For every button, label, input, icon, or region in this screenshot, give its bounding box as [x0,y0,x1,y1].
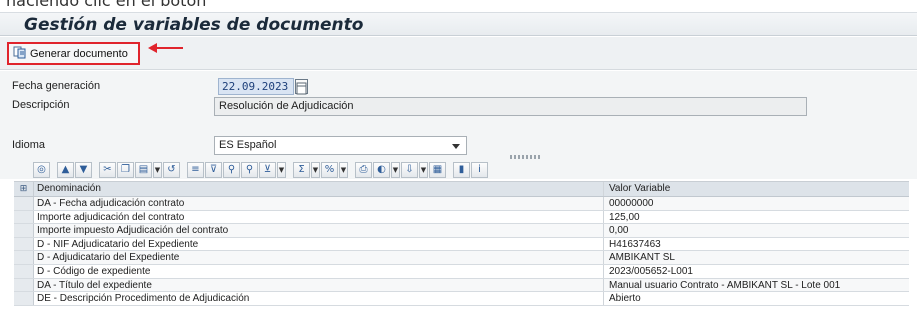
title-bar: Gestión de variables de documento [0,12,917,36]
descripcion-label: Descripción [12,99,70,111]
idioma-label: Idioma [12,139,46,151]
table-header: ⊞ Denominación Valor Variable [14,182,909,197]
paste-icon[interactable]: ▤ [135,162,152,178]
print-icon[interactable]: ⎙ [355,162,372,178]
page-title: Gestión de variables de documento [24,15,364,35]
annotation-arrow-icon [148,43,183,53]
table-row[interactable]: Importe adjudicación del contrato 125,00 [14,210,909,225]
views-icon[interactable]: ◐ [373,162,390,178]
details-icon[interactable]: ◎ [33,162,50,178]
row-valor: AMBIKANT SL [609,252,675,264]
row-selector[interactable] [14,264,34,278]
fecha-generacion-input[interactable]: 22.09.2023 [218,78,294,95]
row-valor: 125,00 [609,211,640,223]
row-valor: 2023/005652-L001 [609,265,693,277]
row-valor: H41637463 [609,238,661,250]
calendar-icon[interactable] [295,79,308,95]
subtotal-dropdown-icon[interactable]: ▼ [339,162,348,178]
idioma-select-value: ES Español [219,139,277,151]
graphic-icon[interactable]: ▮ [453,162,470,178]
export-dropdown-icon[interactable]: ▼ [419,162,428,178]
row-selector[interactable] [14,210,34,224]
column-header-denominacion[interactable]: Denominación [34,182,604,196]
views-dropdown-icon[interactable]: ▼ [391,162,400,178]
row-valor: 00000000 [609,198,654,209]
table-row[interactable]: DE - Descripción Procedimento de Adjudic… [14,292,909,306]
document-generate-icon [13,44,27,63]
table-row[interactable]: D - NIF Adjudicatario del Expediente H41… [14,237,909,252]
column-header-valor[interactable]: Valor Variable [604,182,909,196]
grid-toolbar: ◎ ▲ ▼ ✂ ❐ ▤ ▼ ↺ ≡ ⊽ ⚲ ⚲ ⊻ ▼ Σ ▼ % ▼ ⎙ ◐ … [33,161,488,179]
row-denominacion: D - NIF Adjudicatario del Expediente [34,237,604,251]
sum-dropdown-icon[interactable]: ▼ [311,162,320,178]
row-denominacion: DA - Título del expediente [34,278,604,292]
row-valor: Abierto [609,293,641,305]
splitter-handle[interactable] [510,155,540,159]
descripcion-field: Resolución de Adjudicación [214,97,807,116]
find-next-icon[interactable]: ⚲ [241,162,258,178]
layout-icon[interactable]: ▦ [429,162,446,178]
table-row[interactable]: Importe impuesto Adjudicación del contra… [14,224,909,238]
select-all-icon[interactable]: ⊞ [14,182,34,196]
row-denominacion: Importe impuesto Adjudicación del contra… [34,224,604,237]
variables-table: ⊞ Denominación Valor Variable DA - Fecha… [14,181,909,306]
row-denominacion: DE - Descripción Procedimento de Adjudic… [34,292,604,305]
row-selector[interactable] [14,197,34,210]
fecha-generacion-label: Fecha generación [12,80,101,92]
filter-dropdown-icon[interactable]: ▼ [277,162,286,178]
row-selector[interactable] [14,224,34,237]
top-text-fragment: haciendo clic en el botón [6,0,207,10]
row-selector[interactable] [14,237,34,251]
idioma-select[interactable]: ES Español [214,136,467,155]
generate-document-label: Generar documento [30,47,128,60]
row-selector[interactable] [14,278,34,292]
table-row[interactable]: D - Adjudicatario del Expediente AMBIKAN… [14,251,909,265]
subtotal-icon[interactable]: % [321,162,338,178]
application-toolbar: Generar documento [0,37,917,70]
find-icon[interactable]: ⚲ [223,162,240,178]
row-selector[interactable] [14,292,34,305]
info-icon[interactable]: i [471,162,488,178]
cut-icon[interactable]: ✂ [99,162,116,178]
sort-descending-icon[interactable]: ▼ [75,162,92,178]
sum-icon[interactable]: Σ [293,162,310,178]
chevron-down-icon[interactable] [452,144,460,149]
paste-dropdown-icon[interactable]: ▼ [153,162,162,178]
export-icon[interactable]: ⇩ [401,162,418,178]
row-denominacion: D - Adjudicatario del Expediente [34,251,604,264]
undo-icon[interactable]: ↺ [163,162,180,178]
align-icon[interactable]: ≡ [187,162,204,178]
row-denominacion: D - Código de expediente [34,264,604,278]
sort-ascending-icon[interactable]: ▲ [57,162,74,178]
table-row[interactable]: DA - Título del expediente Manual usuari… [14,278,909,293]
row-denominacion: Importe adjudicación del contrato [34,210,604,224]
table-row[interactable]: D - Código de expediente 2023/005652-L00… [14,264,909,279]
row-valor: Manual usuario Contrato - AMBIKANT SL - … [609,279,841,291]
set-filter-icon[interactable]: ⊻ [259,162,276,178]
row-valor: 0,00 [609,225,629,237]
copy-icon[interactable]: ❐ [117,162,134,178]
table-row[interactable]: DA - Fecha adjudicación contrato 0000000… [14,197,909,211]
generate-document-button[interactable]: Generar documento [7,42,140,65]
row-denominacion: DA - Fecha adjudicación contrato [34,197,604,210]
filter-icon[interactable]: ⊽ [205,162,222,178]
row-selector[interactable] [14,251,34,264]
